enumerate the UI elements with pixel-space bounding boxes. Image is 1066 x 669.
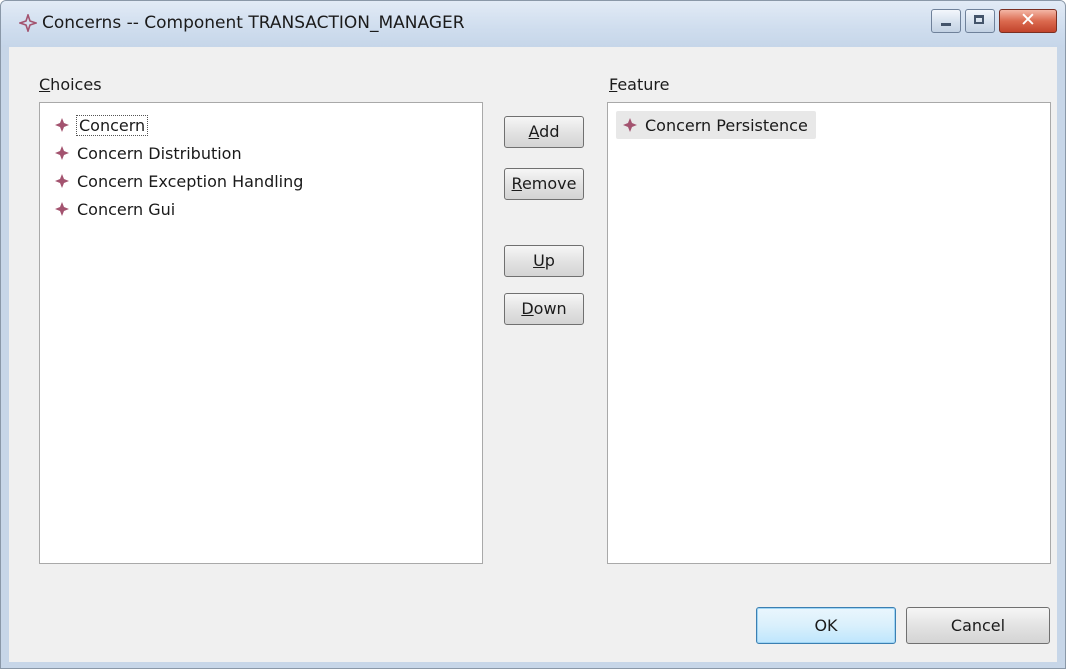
up-button[interactable]: Up — [504, 245, 584, 277]
down-button[interactable]: Down — [504, 293, 584, 325]
ok-button[interactable]: OK — [756, 607, 896, 644]
choices-list[interactable]: Concern Concern Distribution Concern Exc… — [39, 102, 483, 564]
concern-diamond-icon — [55, 174, 69, 188]
window-title: Concerns -- Component TRANSACTION_MANAGE… — [42, 13, 465, 33]
minimize-button[interactable] — [931, 9, 961, 33]
choices-item-label: Concern Exception Handling — [77, 171, 304, 191]
minimize-icon — [941, 23, 951, 26]
concern-diamond-icon — [55, 118, 69, 132]
dialog-window: Concerns -- Component TRANSACTION_MANAGE… — [0, 0, 1066, 669]
feature-label: Feature — [609, 75, 669, 94]
dialog-client-area: Choices Concern Concern Distribution Con… — [9, 47, 1057, 662]
add-button[interactable]: Add — [504, 116, 584, 148]
feature-list[interactable]: Concern Persistence — [607, 102, 1051, 564]
choices-label-mnemonic: C — [39, 75, 51, 94]
remove-button[interactable]: Remove — [504, 168, 584, 200]
remove-mnemonic: R — [511, 174, 522, 193]
choices-item-label: Concern Distribution — [77, 143, 242, 163]
choices-label: Choices — [39, 75, 102, 94]
choices-item-label: Concern — [75, 114, 149, 136]
feature-item-label: Concern Persistence — [645, 115, 808, 135]
choices-list-item[interactable]: Concern Distribution — [54, 139, 242, 167]
choices-list-item[interactable]: Concern Exception Handling — [54, 167, 303, 195]
down-mnemonic: D — [521, 299, 534, 318]
title-bar[interactable]: Concerns -- Component TRANSACTION_MANAGE… — [1, 1, 1065, 47]
up-label-rest: p — [544, 251, 555, 270]
choices-list-item[interactable]: Concern Gui — [54, 195, 175, 223]
close-button[interactable]: ✕ — [999, 9, 1057, 33]
up-mnemonic: U — [533, 251, 545, 270]
remove-label-rest: emove — [521, 174, 577, 193]
choices-list-item[interactable]: Concern — [54, 111, 149, 139]
feature-list-item[interactable]: Concern Persistence — [616, 111, 816, 139]
choices-item-label: Concern Gui — [77, 199, 176, 219]
add-mnemonic: A — [528, 122, 540, 141]
concern-diamond-icon — [55, 202, 69, 216]
close-icon: ✕ — [1020, 9, 1036, 31]
maximize-icon — [974, 15, 984, 24]
cancel-button[interactable]: Cancel — [906, 607, 1050, 644]
maximize-button[interactable] — [965, 9, 995, 33]
diamond-icon — [19, 14, 37, 32]
down-label-rest: own — [533, 299, 567, 318]
choices-label-rest: hoices — [50, 75, 102, 94]
feature-label-rest: eature — [617, 75, 670, 94]
concern-diamond-icon — [55, 146, 69, 160]
concern-diamond-icon — [623, 118, 637, 132]
add-label-rest: dd — [539, 122, 560, 141]
